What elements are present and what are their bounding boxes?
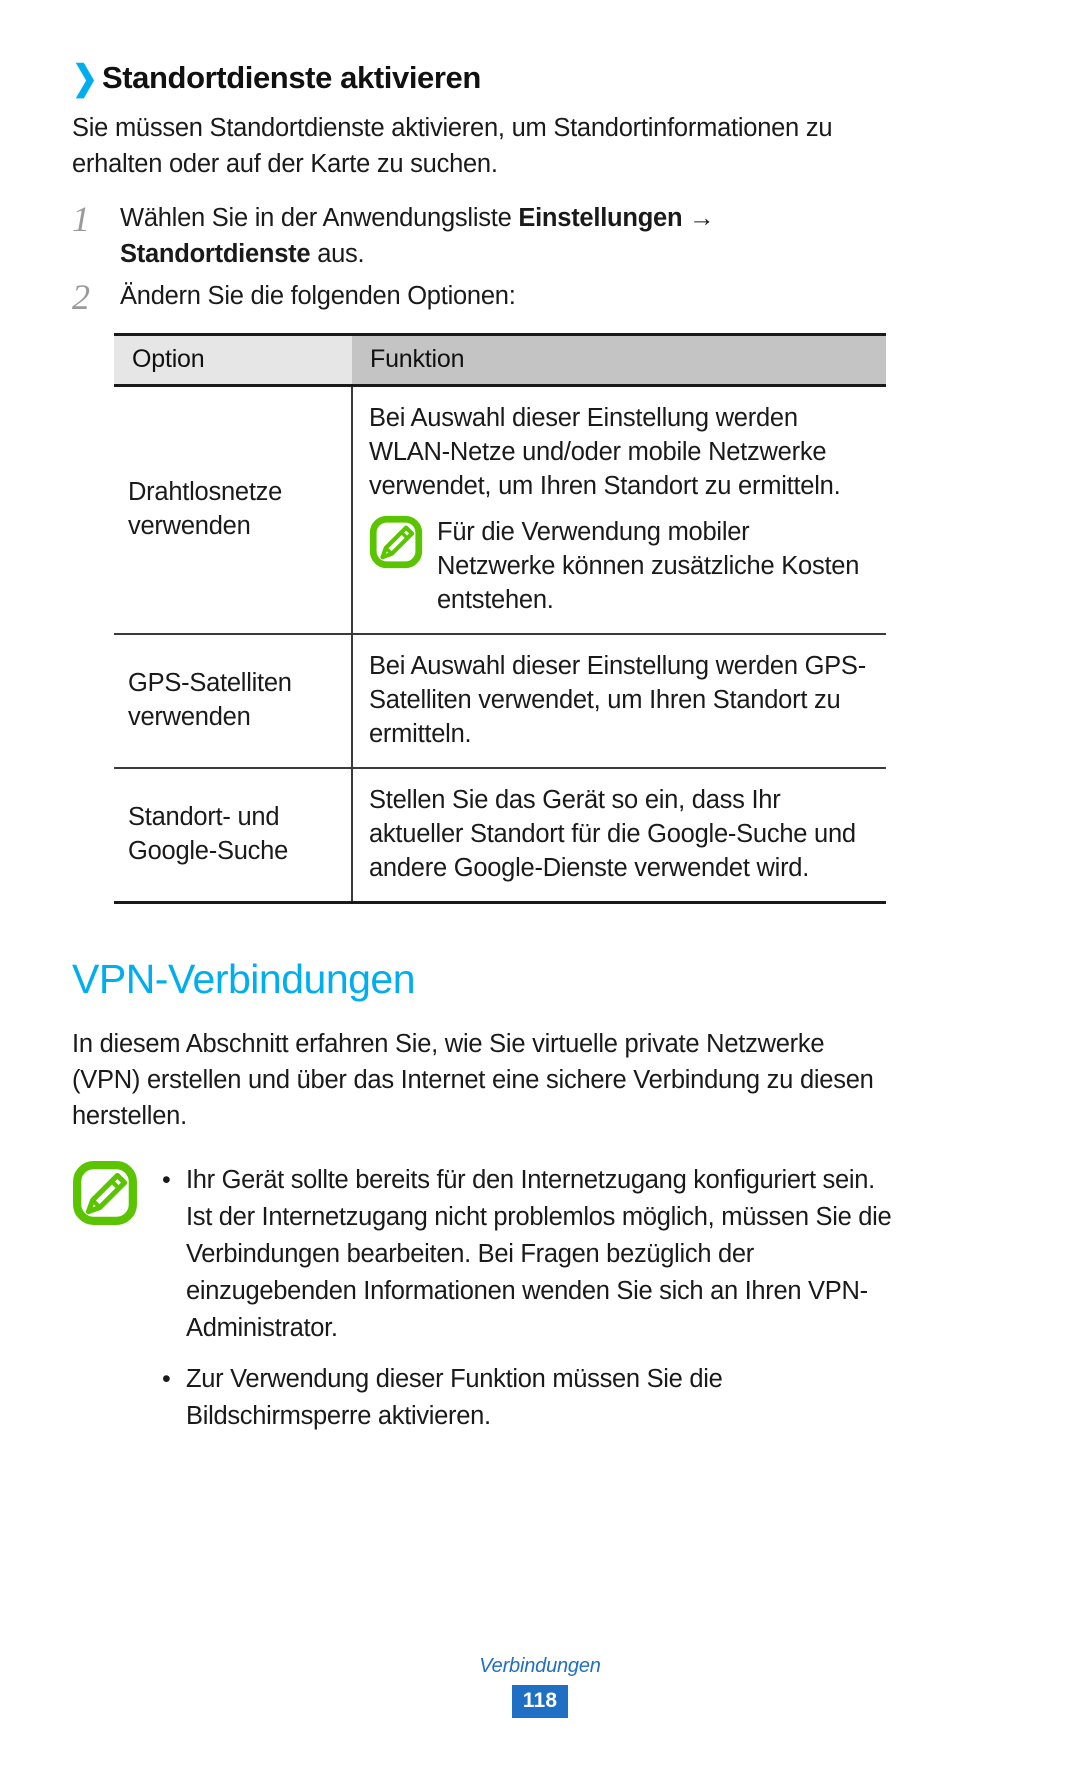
note-pen-icon: [369, 515, 423, 578]
step-text-part: Ändern Sie die folgenden Optionen:: [120, 282, 516, 310]
step-number: 1: [72, 199, 90, 239]
step-item: 2 Ändern Sie die folgenden Optionen:: [72, 278, 892, 315]
vpn-note-bullet-list: Ihr Gerät sollte bereits für den Interne…: [160, 1162, 892, 1435]
step-text: Wählen Sie in der Anwendungsliste Einste…: [120, 200, 892, 272]
page-content: ❯ Standortdienste aktivieren Sie müssen …: [72, 60, 892, 1435]
table-row: Drahtlosnetze verwenden Bei Auswahl dies…: [114, 385, 886, 635]
table-cell-option: GPS-Satelliten verwenden: [114, 634, 353, 769]
vpn-note-body: Ihr Gerät sollte bereits für den Interne…: [160, 1160, 892, 1435]
table-header-option: Option: [114, 333, 352, 387]
step-text-part: aus.: [310, 240, 365, 268]
table-row: Standort- und Google-Suche Stellen Sie d…: [114, 768, 886, 904]
table-cell-function-text: Bei Auswahl dieser Einstellung werden WL…: [369, 404, 841, 500]
document-page: ❯ Standortdienste aktivieren Sie müssen …: [0, 0, 1080, 1771]
step-item: 1 Wählen Sie in der Anwendungsliste Eins…: [72, 200, 892, 272]
list-item: Zur Verwendung dieser Funktion müssen Si…: [160, 1361, 892, 1435]
options-table: Option Funktion Drahtlosnetze verwenden …: [114, 333, 886, 904]
table-header-row: Option Funktion: [114, 333, 886, 387]
step-number: 2: [72, 277, 90, 317]
table-header-funktion: Funktion: [352, 333, 886, 387]
step-text: Ändern Sie die folgenden Optionen:: [120, 278, 892, 314]
section-intro-paragraph: Sie müssen Standortdienste aktivieren, u…: [72, 114, 833, 178]
step-text-bold: Einstellungen: [518, 204, 683, 232]
list-item: Ihr Gerät sollte bereits für den Interne…: [160, 1162, 892, 1347]
section-heading-title: Standortdienste aktivieren: [101, 60, 481, 95]
table-cell-function: Stellen Sie das Gerät so ein, dass Ihr a…: [352, 768, 886, 904]
table-cell-function: Bei Auswahl dieser Einstellung werden GP…: [352, 634, 886, 769]
vpn-note-block: Ihr Gerät sollte bereits für den Interne…: [72, 1160, 892, 1435]
table-cell-option: Drahtlosnetze verwenden: [114, 385, 353, 635]
vpn-heading: VPN-Verbindungen: [72, 956, 416, 1002]
inline-note-text: Für die Verwendung mobiler Netzwerke kön…: [437, 518, 860, 614]
inline-note: Für die Verwendung mobiler Netzwerke kön…: [369, 515, 872, 617]
step-text-bold: Standortdienste: [120, 240, 311, 268]
page-number-badge: 118: [511, 1685, 569, 1718]
chevron-right-icon: ❯: [72, 57, 98, 98]
page-footer: Verbindungen 118: [0, 1655, 1080, 1718]
vpn-intro-paragraph: In diesem Abschnitt erfahren Sie, wie Si…: [72, 1030, 874, 1130]
note-pen-icon: [72, 1160, 138, 1231]
table-cell-option: Standort- und Google-Suche: [114, 768, 353, 904]
table-cell-function: Bei Auswahl dieser Einstellung werden WL…: [352, 385, 886, 635]
table-row: GPS-Satelliten verwenden Bei Auswahl die…: [114, 634, 886, 769]
section-heading: ❯ Standortdienste aktivieren: [72, 60, 892, 96]
step-text-part: →: [682, 204, 715, 232]
step-text-part: Wählen Sie in der Anwendungsliste: [120, 204, 519, 232]
footer-category: Verbindungen: [479, 1655, 601, 1677]
